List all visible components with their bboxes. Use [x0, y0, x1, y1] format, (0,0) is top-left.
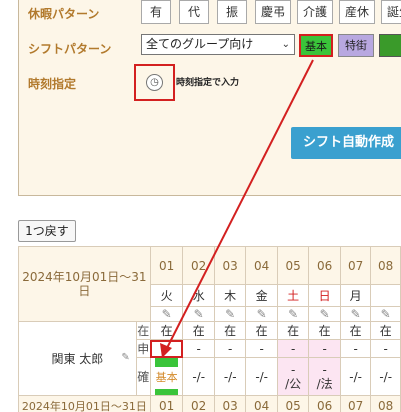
status-cell: 在 [149, 321, 184, 340]
day-date: 06 [308, 395, 341, 412]
request-cell[interactable]: - [149, 339, 184, 358]
day-weekday: 月 [339, 284, 372, 307]
holiday-button-paid[interactable]: 有 [141, 0, 171, 24]
confirm-cell[interactable]: -/- [213, 357, 247, 396]
employee-name: 関東 太郎 [51, 352, 104, 366]
status-cell: 在 [370, 321, 401, 340]
request-cell[interactable]: - [308, 339, 341, 358]
day-weekday [370, 284, 401, 307]
request-cell[interactable]: - [182, 339, 215, 358]
request-cell[interactable]: - [213, 339, 247, 358]
confirm-cell[interactable]: -/- [182, 357, 215, 396]
shift-button-extra[interactable] [379, 34, 401, 57]
day-date: 01 [149, 395, 184, 412]
status-cell: 在 [182, 321, 215, 340]
day-weekday: 木 [213, 284, 247, 307]
clock-icon: ◷ [146, 74, 163, 91]
row-label-status: 在 [135, 321, 151, 340]
day-weekday: 日 [308, 284, 341, 307]
holiday-button-transfer[interactable]: 振 [217, 0, 247, 24]
confirm-cell[interactable]: - /法 [308, 357, 341, 396]
day-date: 07 [339, 395, 372, 412]
shift-group-select-value: 全てのグループ向け [146, 37, 254, 51]
day-date: 05 [276, 395, 310, 412]
pencil-icon[interactable]: ✎ [245, 306, 278, 322]
shift-settings-panel [18, 0, 401, 196]
footer-date-range: 2024年10月01日〜31日 [18, 395, 151, 412]
day-date: 01 [149, 246, 184, 285]
pencil-icon[interactable]: ✎ [213, 306, 247, 322]
request-cell[interactable]: - [370, 339, 401, 358]
undo-button[interactable]: 1つ戻す [18, 220, 76, 242]
pencil-icon[interactable]: ✎ [149, 306, 184, 322]
status-cell: 在 [339, 321, 372, 340]
status-cell: 在 [213, 321, 247, 340]
request-cell[interactable]: - [245, 339, 278, 358]
confirm-cell-basic[interactable]: 基本 [149, 357, 184, 396]
confirm-cell[interactable]: -/- [245, 357, 278, 396]
status-cell: 在 [308, 321, 341, 340]
shift-group-select[interactable]: 全てのグループ向け ⌄ [141, 34, 295, 55]
request-cell[interactable]: - [339, 339, 372, 358]
day-date: 04 [245, 395, 278, 412]
day-date: 08 [370, 395, 401, 412]
day-date: 05 [276, 246, 310, 285]
day-weekday: 金 [245, 284, 278, 307]
pencil-icon[interactable]: ✎ [182, 306, 215, 322]
pencil-icon[interactable]: ✎ [121, 352, 129, 363]
holiday-button-care[interactable]: 介護 [297, 0, 333, 24]
status-cell: 在 [276, 321, 310, 340]
time-spec-option-text: 時刻指定で入力 [176, 78, 240, 88]
day-date: 02 [182, 395, 215, 412]
auto-create-shift-button[interactable]: シフト自動作成 [291, 127, 401, 159]
basic-shift-bar [154, 389, 179, 395]
status-cell: 在 [245, 321, 278, 340]
confirm-cell[interactable]: -/- [339, 357, 372, 396]
shift-pattern-label: シフトパターン [28, 42, 112, 56]
shift-button-special[interactable]: 特街 [338, 34, 374, 57]
date-range-label: 2024年10月01日〜31日 [18, 246, 151, 322]
shift-grid: 2024年10月01日〜31日 01 02 03 04 05 06 07 08 … [18, 246, 401, 412]
day-date: 07 [339, 246, 372, 285]
employee-name-cell: 関東 太郎 ✎ [18, 321, 137, 396]
confirm-cell[interactable]: - /公 [276, 357, 310, 396]
day-date: 03 [213, 395, 247, 412]
confirm-cell[interactable]: -/- [370, 357, 401, 396]
chevron-down-icon: ⌄ [281, 39, 290, 50]
holiday-button-maternity[interactable]: 産休 [339, 0, 375, 24]
holiday-button-substitute[interactable]: 代 [179, 0, 209, 24]
day-weekday: 土 [276, 284, 310, 307]
row-label-request: 申 [135, 339, 151, 358]
day-date: 03 [213, 246, 247, 285]
request-cell[interactable]: - [276, 339, 310, 358]
pencil-icon[interactable]: ✎ [308, 306, 341, 322]
day-date: 04 [245, 246, 278, 285]
day-date: 08 [370, 246, 401, 285]
row-label-confirm: 確 [135, 357, 151, 396]
holiday-button-birthday[interactable]: 誕生 [381, 0, 401, 24]
day-date: 06 [308, 246, 341, 285]
confirm-cell-text: 基本 [155, 370, 178, 384]
day-weekday: 水 [182, 284, 215, 307]
holiday-pattern-label: 休暇パターン [28, 7, 100, 21]
shift-button-basic[interactable]: 基本 [299, 34, 333, 57]
time-spec-toggle[interactable]: ◷ [134, 64, 175, 101]
time-spec-label: 時刻指定 [28, 77, 77, 91]
basic-shift-bar [154, 358, 179, 367]
holiday-button-bereavement[interactable]: 慶弔 [255, 0, 291, 24]
pencil-icon[interactable]: ✎ [370, 306, 401, 322]
pencil-icon[interactable]: ✎ [276, 306, 310, 322]
day-date: 02 [182, 246, 215, 285]
pencil-icon[interactable]: ✎ [339, 306, 372, 322]
day-weekday: 火 [149, 284, 184, 307]
